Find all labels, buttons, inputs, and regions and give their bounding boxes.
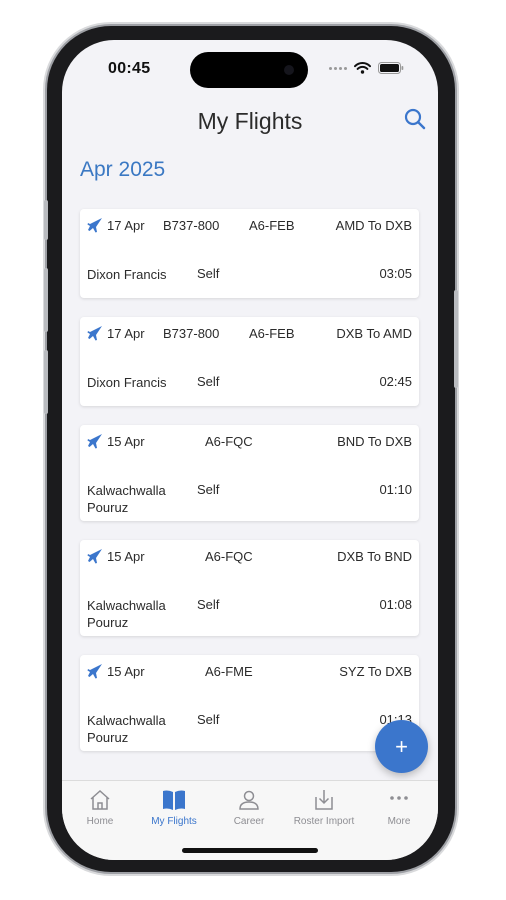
signal-dots-icon: [329, 66, 347, 70]
aircraft-registration: A6-FQC: [205, 434, 253, 449]
aircraft-type: B737-800: [163, 218, 220, 233]
volume-down-button: [44, 350, 48, 414]
pilot-name: Kalwachwalla Pouruz: [87, 483, 166, 515]
app-screen: 00:45 My Flights Apr 2025 17 Apr B737-80…: [62, 40, 438, 860]
search-icon: [404, 108, 426, 130]
flight-duration: 01:10: [379, 482, 412, 497]
jet-icon: [87, 326, 102, 341]
pilot-role: Self: [197, 597, 220, 612]
tab-home[interactable]: Home: [64, 787, 136, 831]
jet-icon: [87, 549, 102, 564]
flight-route: DXB To AMD: [336, 326, 412, 341]
more-icon: [390, 796, 408, 800]
aircraft-registration: A6-FQC: [205, 549, 253, 564]
tab-label: Home: [86, 816, 114, 827]
power-button: [454, 290, 458, 388]
jet-icon: [87, 664, 102, 679]
flight-route: DXB To BND: [337, 549, 412, 564]
battery-icon: [378, 62, 404, 74]
tab-roster-import[interactable]: Roster Import: [288, 787, 360, 831]
flight-route: AMD To DXB: [335, 218, 412, 233]
volume-up-button: [44, 268, 48, 332]
pilot-role: Self: [197, 266, 220, 281]
jet-icon: [87, 218, 102, 233]
flight-card[interactable]: 17 Apr B737-800 A6-FEB AMD To DXB Dixon …: [80, 209, 419, 298]
tab-career[interactable]: Career: [213, 787, 285, 831]
tab-label: Roster Import: [293, 816, 355, 827]
flight-duration: 03:05: [379, 266, 412, 281]
aircraft-registration: A6-FEB: [249, 326, 295, 341]
tab-label: Career: [233, 816, 265, 827]
flight-date: 15 Apr: [107, 549, 145, 564]
flight-date: 15 Apr: [107, 434, 145, 449]
tab-my-flights[interactable]: My Flights: [138, 787, 210, 831]
plus-icon: +: [395, 733, 408, 759]
tab-label: My Flights: [151, 816, 197, 827]
flight-list: 17 Apr B737-800 A6-FEB AMD To DXB Dixon …: [80, 209, 419, 770]
book-icon: [163, 790, 185, 810]
camera-icon: [284, 65, 294, 75]
import-icon: [315, 790, 333, 810]
silent-switch: [44, 200, 48, 240]
home-indicator[interactable]: [182, 848, 318, 853]
pilot-name: Kalwachwalla Pouruz: [87, 713, 166, 745]
pilot-name: Kalwachwalla Pouruz: [87, 598, 166, 630]
add-flight-button[interactable]: +: [375, 720, 428, 773]
flight-date: 17 Apr: [107, 326, 145, 341]
flight-card[interactable]: 17 Apr B737-800 A6-FEB DXB To AMD Dixon …: [80, 317, 419, 406]
month-section-header: Apr 2025: [80, 158, 166, 181]
wifi-icon: [354, 62, 371, 74]
pilot-role: Self: [197, 482, 220, 497]
flight-duration: 01:08: [379, 597, 412, 612]
aircraft-registration: A6-FME: [205, 664, 253, 679]
status-time: 00:45: [108, 60, 151, 77]
status-icons: [329, 62, 404, 74]
home-icon: [90, 789, 110, 810]
flight-route: BND To DXB: [337, 434, 412, 449]
flight-card[interactable]: 15 Apr A6-FQC DXB To BND Kalwachwalla Po…: [80, 540, 419, 636]
flight-date: 15 Apr: [107, 664, 145, 679]
pilot-name: Dixon Francis: [87, 267, 167, 282]
search-button[interactable]: [400, 104, 430, 134]
pilot-name: Dixon Francis: [87, 375, 167, 390]
flight-card[interactable]: 15 Apr A6-FME SYZ To DXB Kalwachwalla Po…: [80, 655, 419, 751]
pilot-role: Self: [197, 712, 220, 727]
pilot-role: Self: [197, 374, 220, 389]
tab-label: More: [387, 816, 411, 827]
flight-date: 17 Apr: [107, 218, 145, 233]
dynamic-island: [190, 52, 308, 88]
page-title: My Flights: [197, 108, 303, 134]
aircraft-type: B737-800: [163, 326, 220, 341]
aircraft-registration: A6-FEB: [249, 218, 295, 233]
jet-icon: [87, 434, 102, 449]
flight-duration: 02:45: [379, 374, 412, 389]
person-icon: [239, 790, 259, 810]
flight-card[interactable]: 15 Apr A6-FQC BND To DXB Kalwachwalla Po…: [80, 425, 419, 521]
flight-route: SYZ To DXB: [339, 664, 412, 679]
tab-more[interactable]: More: [363, 787, 435, 831]
